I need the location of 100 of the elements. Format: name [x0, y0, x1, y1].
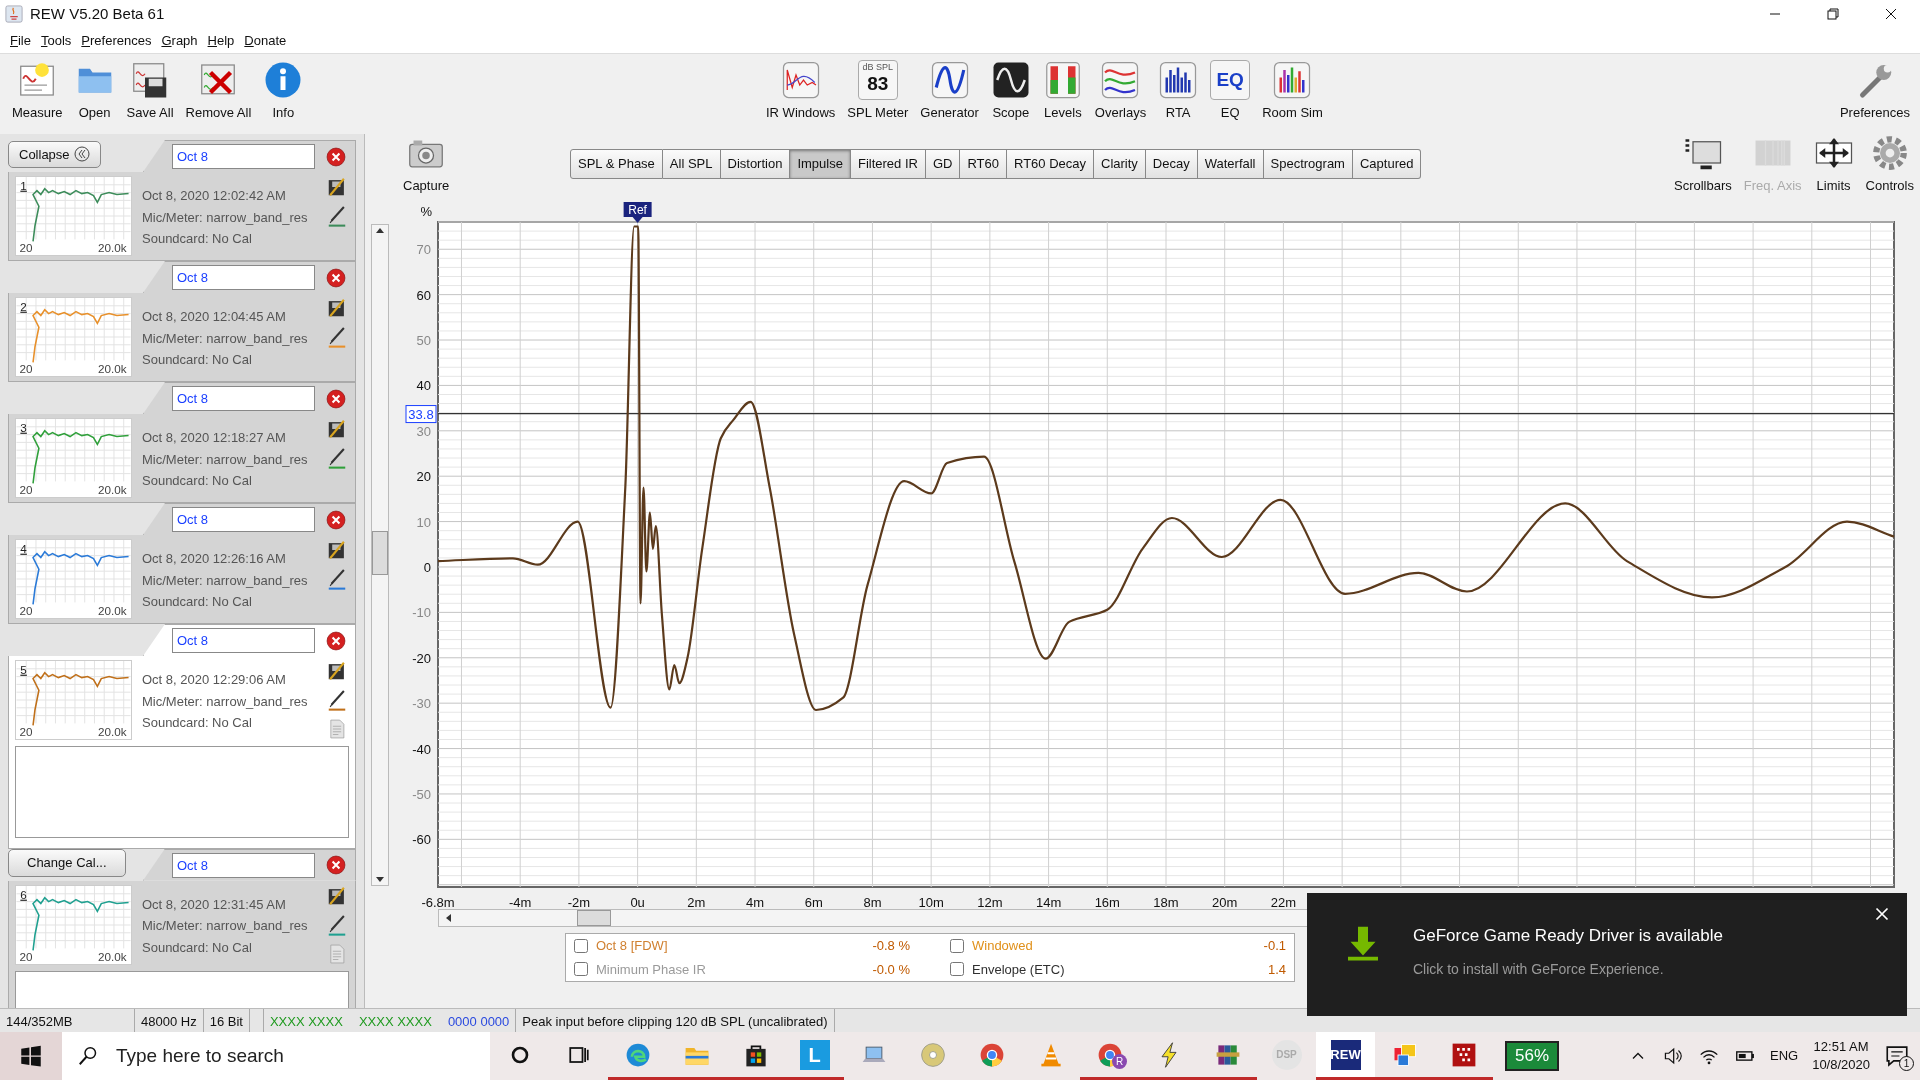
menu-item[interactable]: File [10, 30, 31, 51]
graph-tab[interactable]: GD [925, 149, 961, 179]
notes-field[interactable] [15, 746, 349, 838]
collapse-button[interactable]: Collapse [8, 140, 101, 168]
x-tick-label: 6m [804, 895, 823, 909]
notification-toast[interactable]: GeForce Game Ready Driver is available Click to install with GeForce Experience. [1307, 893, 1907, 1016]
graph-tab[interactable]: Distortion [720, 149, 791, 179]
thumbnail-chart[interactable]: 6 20 20.0k [15, 884, 132, 965]
start-button[interactable] [0, 1032, 62, 1080]
search-field[interactable]: Type here to search [62, 1032, 490, 1080]
delete-button[interactable] [325, 387, 347, 410]
clock[interactable]: 12:51 AM 10/8/2020 [1812, 1038, 1870, 1074]
delete-icon [325, 387, 347, 410]
delete-button[interactable] [325, 854, 347, 876]
range-label: 20.0k [98, 483, 127, 497]
thumbnail-chart[interactable]: 4 20 20.0k [15, 539, 132, 619]
measurement-card[interactable]: 5 20 20.0k Oct 8, 2020 12:29:06 AM Mic/Meter: narrow_band_res Soundcard: No Cal [8, 656, 356, 849]
menu-item[interactable]: Graph [161, 30, 198, 51]
toolbar-button[interactable]: Generator [914, 60, 985, 123]
toolbar-button[interactable]: Scope [984, 60, 1037, 123]
graph-tab[interactable]: RT60 Decay [1007, 149, 1094, 179]
toolbar-button[interactable]: Remove All [179, 60, 258, 123]
thumbnail-chart[interactable]: 1 20 20.0k [15, 176, 132, 256]
toolbar-button[interactable]: Info [257, 60, 310, 123]
x-tick-label: -2m [567, 895, 591, 909]
graph-tab[interactable]: Captured [1352, 149, 1422, 179]
scrollbar[interactable] [371, 224, 389, 886]
measurement-number: 1 [20, 178, 27, 192]
toolbar-button[interactable]: Capture [397, 132, 456, 196]
toolbar-button[interactable]: Overlays [1088, 60, 1153, 123]
toolbar-button[interactable]: Levels [1036, 60, 1089, 123]
change-cal-button[interactable]: Change Cal... [8, 849, 126, 877]
toolbar-button[interactable]: Room Sim [1256, 60, 1329, 123]
toolbar-button[interactable]: Open [68, 60, 121, 123]
name-field[interactable]: Oct 8 [172, 265, 315, 290]
toolbar-button[interactable]: Preferences [1833, 60, 1916, 123]
measurement-card[interactable]: 4 20 20.0k Oct 8, 2020 12:26:16 AM Mic/Meter: narrow_band_res Soundcard: No Cal [8, 535, 356, 624]
pen-icon[interactable] [326, 567, 348, 591]
delete-button[interactable] [325, 508, 347, 531]
name-field[interactable]: Oct 8 [172, 507, 315, 532]
toolbar-button[interactable]: RTA [1152, 60, 1205, 123]
legend-label: Minimum Phase IR [596, 960, 706, 979]
toolbar-button[interactable]: Save All [120, 60, 180, 123]
x-tick-label: 2m [687, 895, 706, 909]
toolbar-button[interactable]: IR Windows [760, 60, 842, 123]
graph-tab[interactable]: Waterfall [1197, 149, 1264, 179]
graph-tab[interactable]: All SPL [662, 149, 721, 179]
scrollbar-thumb[interactable] [372, 531, 388, 575]
checkbox[interactable] [950, 938, 964, 953]
taskbar-button[interactable]: R [1080, 1032, 1139, 1080]
name-field[interactable]: Oct 8 [172, 628, 315, 653]
menu-item[interactable]: Donate [244, 30, 287, 51]
graph-tab[interactable]: Filtered IR [850, 149, 926, 179]
toolbar-button[interactable]: Measure [6, 60, 69, 123]
measurement-card[interactable]: 3 20 20.0k Oct 8, 2020 12:18:27 AM Mic/Meter: narrow_band_res Soundcard: No Cal [8, 414, 356, 503]
y-tick-label: 40 [416, 378, 431, 394]
thumbnail-chart[interactable]: 2 20 20.0k [15, 297, 132, 377]
menu-item[interactable]: Help [207, 30, 235, 51]
range-label: 20.0k [98, 949, 127, 963]
menu-item[interactable]: Tools [40, 30, 72, 51]
scrollbar-thumb[interactable] [577, 910, 611, 926]
checkbox[interactable] [574, 962, 588, 977]
delete-button[interactable] [325, 266, 347, 289]
pen-icon[interactable] [326, 446, 348, 470]
x-tick-label: 0u [630, 895, 645, 909]
measurement-card[interactable]: 2 20 20.0k Oct 8, 2020 12:04:45 AM Mic/Meter: narrow_band_res Soundcard: No Cal [8, 293, 356, 382]
name-field[interactable]: Oct 8 [172, 852, 315, 878]
bar-chart-icon [1272, 60, 1313, 100]
toolbar-button[interactable]: EQ EQ [1204, 60, 1257, 123]
thumbnail-chart[interactable]: 5 20 20.0k [15, 660, 132, 740]
measurement-card[interactable]: 1 20 20.0k Oct 8, 2020 12:02:42 AM Mic/Meter: narrow_band_res Soundcard: No Cal [8, 172, 356, 261]
search-field[interactable]: Type here to search [114, 1040, 490, 1072]
graph-tab[interactable]: Clarity [1094, 149, 1146, 179]
notification-button[interactable]: 1 [1884, 1043, 1910, 1069]
checkbox[interactable] [574, 938, 588, 953]
toolbar-button[interactable]: Limits [1807, 132, 1860, 196]
graph-tab[interactable]: Spectrogram [1263, 149, 1353, 179]
pen-icon[interactable] [326, 688, 348, 712]
toolbar-button[interactable]: Controls [1859, 132, 1920, 196]
graph-tab[interactable]: Decay [1145, 149, 1198, 179]
mic-info: Mic/Meter: narrow_band_res [142, 917, 309, 935]
name-field[interactable]: Oct 8 [172, 386, 315, 411]
delete-button[interactable] [325, 145, 347, 168]
menu-item[interactable]: Preferences [81, 30, 152, 51]
toolbar-button[interactable]: dB SPL 83 SPL Meter [841, 60, 915, 123]
checkbox[interactable] [950, 962, 964, 977]
delete-button[interactable] [325, 629, 347, 652]
thumbnail-chart[interactable]: 3 20 20.0k [15, 418, 132, 498]
toolbar-button[interactable]: Scrollbars [1668, 132, 1738, 196]
graph-tab[interactable]: RT60 [960, 149, 1007, 179]
taskbar-button[interactable]: REW [1316, 1032, 1375, 1080]
delete-icon [325, 854, 347, 876]
measurement-card[interactable]: 6 20 20.0k Oct 8, 2020 12:31:45 AM Mic/Meter: narrow_band_res Soundcard: No Cal [8, 880, 356, 1008]
graph-tab[interactable]: SPL & Phase [570, 149, 663, 179]
x-tick-label: 4m [746, 895, 765, 909]
language-indicator[interactable]: ENG [1770, 1046, 1799, 1066]
name-field[interactable]: Oct 8 [172, 144, 315, 169]
graph-tab[interactable]: Impulse [790, 149, 851, 179]
pen-icon[interactable] [326, 204, 348, 228]
pen-icon[interactable] [326, 325, 348, 349]
